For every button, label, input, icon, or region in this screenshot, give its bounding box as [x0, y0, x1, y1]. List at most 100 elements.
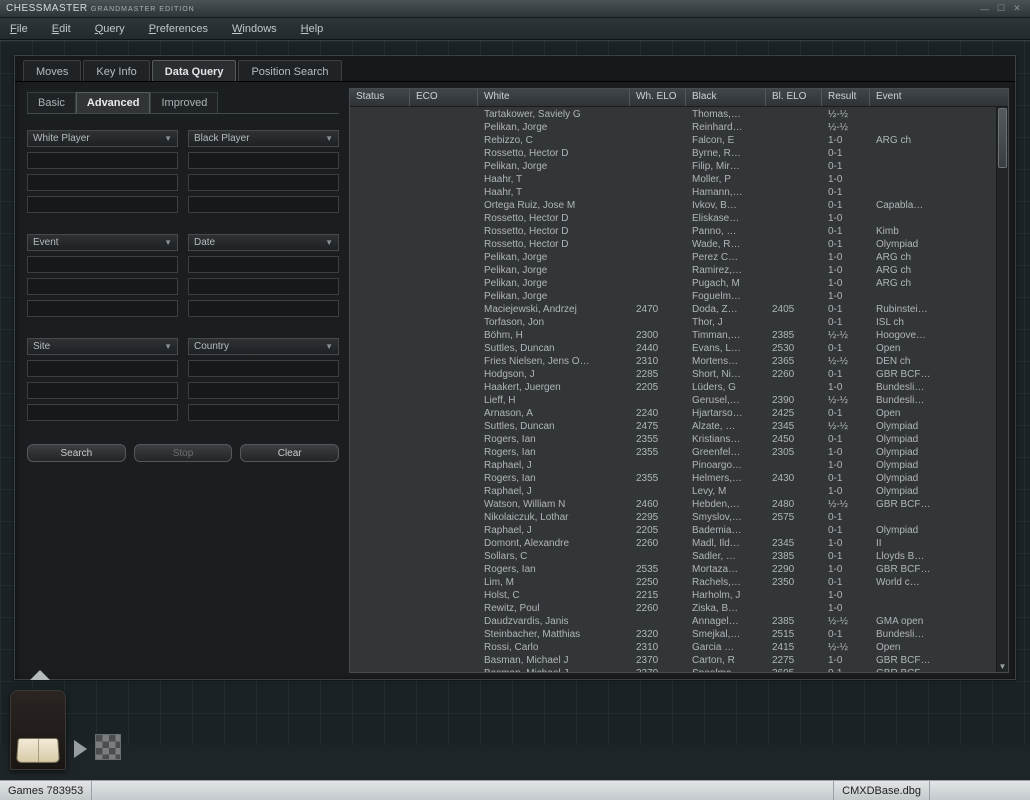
menu-query[interactable]: Query — [95, 23, 125, 35]
book-tray-slot[interactable] — [10, 690, 66, 770]
filter-event-dropdown[interactable]: Event▼ — [27, 234, 178, 251]
table-row[interactable]: Basman, Michael J2370Carton, R22751-0GBR… — [350, 655, 1008, 668]
table-row[interactable]: Rossetto, Hector DWade, R…0-1Olympiad — [350, 239, 1008, 252]
menu-edit[interactable]: Edit — [52, 23, 71, 35]
table-row[interactable]: Pelikan, JorgePerez C…1-0ARG ch — [350, 252, 1008, 265]
table-row[interactable]: Haahr, THamann,…0-1 — [350, 187, 1008, 200]
table-row[interactable]: Raphael, JPinoargo…1-0Olympiad — [350, 460, 1008, 473]
table-row[interactable]: Suttles, Duncan2475Alzate, …2345½-½Olymp… — [350, 421, 1008, 434]
filter-site-dropdown[interactable]: Site▼ — [27, 338, 178, 355]
table-row[interactable]: Pelikan, JorgeRamirez,…1-0ARG ch — [350, 265, 1008, 278]
filter-date-input-0[interactable] — [188, 256, 339, 273]
clear-button[interactable]: Clear — [240, 444, 339, 462]
col-white[interactable]: White — [478, 89, 630, 106]
table-row[interactable]: Holst, C2215Harholm, J1-0 — [350, 590, 1008, 603]
table-row[interactable]: Böhm, H2300Timman,…2385½-½Hoogove… — [350, 330, 1008, 343]
table-row[interactable]: Maciejewski, Andrzej2470Doda, Z…24050-1R… — [350, 304, 1008, 317]
filter-white-player-input-0[interactable] — [27, 152, 178, 169]
table-row[interactable]: Sollars, CSadler, …23850-1Lloyds B… — [350, 551, 1008, 564]
table-row[interactable]: Tartakower, Saviely GThomas,…½-½ — [350, 109, 1008, 122]
subtab-basic[interactable]: Basic — [27, 92, 76, 113]
table-row[interactable]: Basman, Michael J2370Speelma…26050-1GBR … — [350, 668, 1008, 672]
col-eco[interactable]: ECO — [410, 89, 478, 106]
table-row[interactable]: Rossetto, Hector DEliskase…1-0 — [350, 213, 1008, 226]
table-row[interactable]: Fries Nielsen, Jens O…2310Mortens…2365½-… — [350, 356, 1008, 369]
filter-white-player-input-2[interactable] — [27, 196, 178, 213]
table-row[interactable]: Pelikan, JorgeFilip, Mir…0-1 — [350, 161, 1008, 174]
filter-date-dropdown[interactable]: Date▼ — [188, 234, 339, 251]
col-bl-elo[interactable]: Bl. ELO — [766, 89, 822, 106]
filter-country-input-1[interactable] — [188, 382, 339, 399]
menu-help[interactable]: Help — [301, 23, 324, 35]
table-row[interactable]: Rebizzo, CFalcon, E1-0ARG ch — [350, 135, 1008, 148]
filter-event-input-2[interactable] — [27, 300, 178, 317]
tab-key-info[interactable]: Key Info — [83, 60, 149, 81]
filter-black-player-input-0[interactable] — [188, 152, 339, 169]
col-wh-elo[interactable]: Wh. ELO — [630, 89, 686, 106]
table-row[interactable]: Raphael, J2205Bademia…0-1Olympiad — [350, 525, 1008, 538]
table-row[interactable]: Lim, M2250Rachels,…23500-1World c… — [350, 577, 1008, 590]
table-row[interactable]: Domont, Alexandre2260Madl, Ild…23451-0II — [350, 538, 1008, 551]
table-row[interactable]: Lieff, HGerusel,…2390½-½Bundesli… — [350, 395, 1008, 408]
menu-windows[interactable]: Windows — [232, 23, 277, 35]
table-row[interactable]: Rossetto, Hector DPanno, …0-1Kimb — [350, 226, 1008, 239]
filter-site-input-0[interactable] — [27, 360, 178, 377]
col-event[interactable]: Event — [870, 89, 996, 106]
filter-country-input-2[interactable] — [188, 404, 339, 421]
board-icon[interactable] — [95, 734, 121, 760]
table-row[interactable]: Torfason, JonThor, J0-1ISL ch — [350, 317, 1008, 330]
col-result[interactable]: Result — [822, 89, 870, 106]
filter-white-player-input-1[interactable] — [27, 174, 178, 191]
filter-site-input-1[interactable] — [27, 382, 178, 399]
subtab-advanced[interactable]: Advanced — [76, 92, 151, 113]
table-row[interactable]: Steinbacher, Matthias2320Smejkal,…25150-… — [350, 629, 1008, 642]
filter-black-player-dropdown[interactable]: Black Player▼ — [188, 130, 339, 147]
minimize-icon[interactable]: — — [978, 3, 992, 15]
filter-country-dropdown[interactable]: Country▼ — [188, 338, 339, 355]
subtab-improved[interactable]: Improved — [150, 92, 218, 113]
tray-expand-icon[interactable] — [30, 670, 50, 680]
col-black[interactable]: Black — [686, 89, 766, 106]
filter-date-input-2[interactable] — [188, 300, 339, 317]
stop-button[interactable]: Stop — [134, 444, 233, 462]
close-icon[interactable]: ✕ — [1010, 3, 1024, 15]
scroll-thumb[interactable] — [998, 108, 1007, 168]
filter-event-input-1[interactable] — [27, 278, 178, 295]
table-row[interactable]: Rewitz, Poul2260Ziska, B…1-0 — [350, 603, 1008, 616]
maximize-icon[interactable]: ☐ — [994, 3, 1008, 15]
table-row[interactable]: Haakert, Juergen2205Lüders, G1-0Bundesli… — [350, 382, 1008, 395]
col-status[interactable]: Status — [350, 89, 410, 106]
table-row[interactable]: Ortega Ruiz, Jose MIvkov, B…0-1Capabla… — [350, 200, 1008, 213]
table-row[interactable]: Watson, William N2460Hebden,…2480½-½GBR … — [350, 499, 1008, 512]
table-row[interactable]: Suttles, Duncan2440Evans, L…25300-1Open — [350, 343, 1008, 356]
table-row[interactable]: Nikolaiczuk, Lothar2295Smyslov,…25750-1 — [350, 512, 1008, 525]
filter-country-input-0[interactable] — [188, 360, 339, 377]
table-row[interactable]: Rossetto, Hector DByrne, R…0-1 — [350, 148, 1008, 161]
filter-black-player-input-1[interactable] — [188, 174, 339, 191]
filter-black-player-input-2[interactable] — [188, 196, 339, 213]
table-row[interactable]: Haahr, TMoller, P1-0 — [350, 174, 1008, 187]
table-row[interactable]: Rogers, Ian2355Greenfel…23051-0Olympiad — [350, 447, 1008, 460]
table-row[interactable]: Pelikan, JorgePugach, M1-0ARG ch — [350, 278, 1008, 291]
scroll-down-icon[interactable]: ▼ — [997, 660, 1008, 672]
table-row[interactable]: Hodgson, J2285Short, Ni…22600-1GBR BCF… — [350, 369, 1008, 382]
scrollbar[interactable]: ▲ ▼ — [996, 107, 1008, 672]
tab-data-query[interactable]: Data Query — [152, 60, 237, 81]
table-row[interactable]: Pelikan, JorgeFoguelm…1-0 — [350, 291, 1008, 304]
tab-position-search[interactable]: Position Search — [238, 60, 341, 81]
filter-site-input-2[interactable] — [27, 404, 178, 421]
table-row[interactable]: Rogers, Ian2535Mortaza…22901-0GBR BCF… — [350, 564, 1008, 577]
play-icon[interactable] — [74, 740, 87, 758]
table-row[interactable]: Pelikan, JorgeReinhard…½-½ — [350, 122, 1008, 135]
table-row[interactable]: Rossi, Carlo2310Garcia …2415½-½Open — [350, 642, 1008, 655]
filter-date-input-1[interactable] — [188, 278, 339, 295]
table-row[interactable]: Daudzvardis, JanisAnnagel…2385½-½GMA ope… — [350, 616, 1008, 629]
table-row[interactable]: Arnason, A2240Hjartarso…24250-1Open — [350, 408, 1008, 421]
search-button[interactable]: Search — [27, 444, 126, 462]
table-row[interactable]: Rogers, Ian2355Kristians…24500-1Olympiad — [350, 434, 1008, 447]
table-row[interactable]: Rogers, Ian2355Helmers,…24300-1Olympiad — [350, 473, 1008, 486]
filter-white-player-dropdown[interactable]: White Player▼ — [27, 130, 178, 147]
menu-preferences[interactable]: Preferences — [149, 23, 208, 35]
tab-moves[interactable]: Moves — [23, 60, 81, 81]
table-row[interactable]: Raphael, JLevy, M1-0Olympiad — [350, 486, 1008, 499]
